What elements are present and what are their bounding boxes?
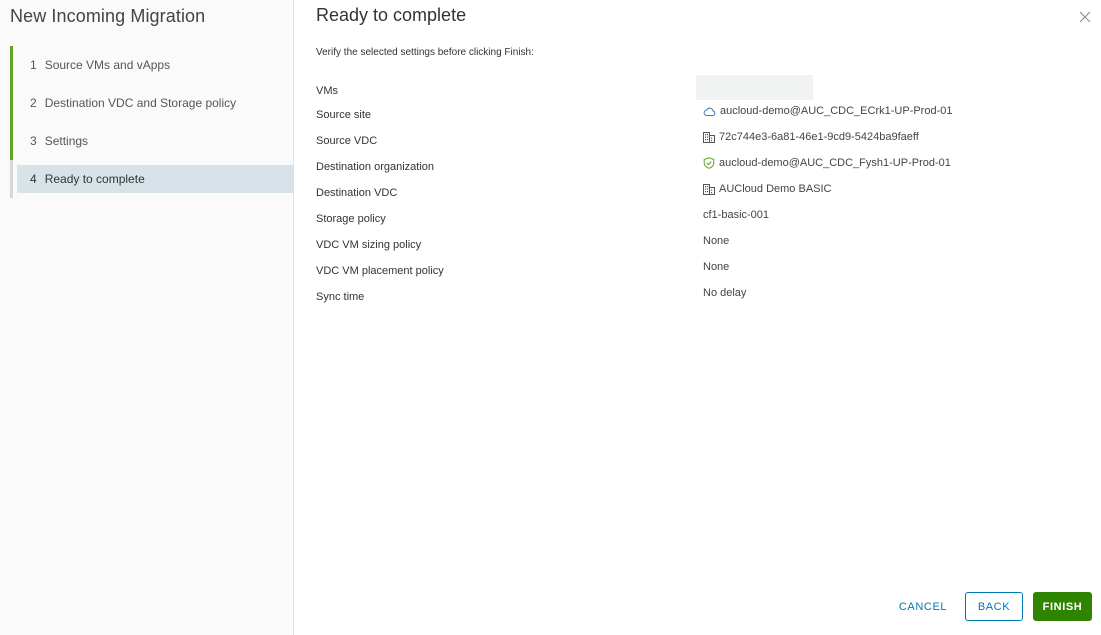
summary-row-source-vdc: Source VDC 72c744e3-6a81-46e1-9cd9-5424b… — [316, 127, 1076, 153]
step-label: Source VMs and vApps — [44, 58, 171, 72]
summary-row-sizing-policy: VDC VM sizing policy None — [316, 231, 1076, 257]
row-label: Storage policy — [316, 213, 386, 225]
summary-row-sync-time: Sync time No delay — [316, 283, 1076, 309]
row-value: cf1-basic-001 — [703, 209, 770, 221]
row-label: VMs — [316, 85, 338, 97]
row-label: VDC VM placement policy — [316, 265, 444, 277]
wizard-content: Ready to complete Verify the selected se… — [295, 0, 1101, 635]
row-label: Destination organization — [316, 161, 435, 173]
row-value: aucloud-demo@AUC_CDC_Fysh1-UP-Prod-01 — [719, 157, 951, 169]
summary-row-vms: VMs — [316, 75, 1076, 101]
step-number: 1 — [30, 58, 37, 72]
summary-table: VMs Source site aucloud-demo@AUC_CDC_ECr… — [316, 75, 1076, 309]
summary-row-source-site: Source site aucloud-demo@AUC_CDC_ECrk1-U… — [316, 101, 1076, 127]
row-label: Destination VDC — [316, 187, 398, 199]
step-destination-vdc[interactable]: 2 Destination VDC and Storage policy — [10, 84, 294, 122]
step-source-vms[interactable]: 1 Source VMs and vApps — [10, 46, 294, 84]
summary-row-storage-policy: Storage policy cf1-basic-001 — [316, 205, 1076, 231]
row-label: VDC VM sizing policy — [316, 239, 422, 251]
cancel-button[interactable]: CANCEL — [893, 592, 953, 621]
summary-row-destination-organization: Destination organization aucloud-demo@AU… — [316, 153, 1076, 179]
step-number: 4 — [30, 172, 37, 186]
building-icon — [703, 131, 715, 143]
row-value: aucloud-demo@AUC_CDC_ECrk1-UP-Prod-01 — [720, 105, 953, 117]
row-label: Source VDC — [316, 135, 378, 147]
page-title: Ready to complete — [316, 5, 467, 25]
cloud-icon — [703, 107, 716, 116]
row-value: None — [703, 261, 730, 273]
wizard-sidebar: New Incoming Migration 1 Source VMs and v… — [0, 0, 294, 635]
step-number: 3 — [30, 134, 37, 148]
vms-value-placeholder — [696, 75, 813, 100]
instructions-text: Verify the selected settings before clic… — [316, 47, 534, 58]
wizard-steps: 1 Source VMs and vApps 2 Destination VDC a… — [10, 46, 294, 198]
step-label: Settings — [44, 134, 89, 148]
row-value: No delay — [703, 287, 747, 299]
row-value: AUCloud Demo BASIC — [719, 183, 832, 195]
finish-button[interactable]: FINISH — [1033, 592, 1092, 621]
back-button[interactable]: BACK — [965, 592, 1023, 621]
step-settings[interactable]: 3 Settings — [10, 122, 294, 160]
building-icon — [703, 183, 715, 195]
row-label: Sync time — [316, 291, 365, 303]
shield-check-icon — [703, 157, 715, 169]
wizard-title: New Incoming Migration — [10, 6, 206, 26]
step-label: Ready to complete — [44, 172, 145, 186]
summary-row-destination-vdc: Destination VDC AUCloud Demo BASIC — [316, 179, 1076, 205]
close-icon[interactable] — [1079, 11, 1091, 23]
step-label: Destination VDC and Storage policy — [44, 96, 237, 110]
row-label: Source site — [316, 109, 372, 121]
summary-row-placement-policy: VDC VM placement policy None — [316, 257, 1076, 283]
row-value: 72c744e3-6a81-46e1-9cd9-5424ba9faeff — [719, 131, 919, 143]
step-number: 2 — [30, 96, 37, 110]
row-value: None — [703, 235, 730, 247]
step-ready-to-complete[interactable]: 4 Ready to complete — [10, 160, 294, 198]
